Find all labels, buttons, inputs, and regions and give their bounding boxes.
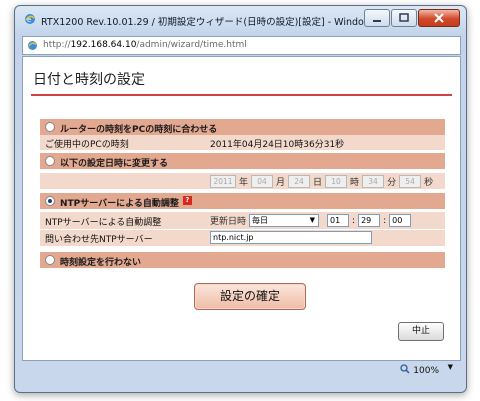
hour-unit: 時 — [350, 178, 360, 188]
month-input[interactable]: 04 — [251, 175, 274, 188]
option-manual[interactable]: 以下の設定日時に変更する — [40, 153, 445, 169]
second-input[interactable]: 54 — [399, 175, 422, 188]
pc-time-value: 2011年04月24日10時36分31秒 — [210, 140, 345, 150]
update-time-label: 更新日時 — [210, 217, 247, 227]
frequency-select[interactable]: 毎日 ▼ — [249, 214, 320, 227]
radio-none[interactable] — [45, 255, 55, 265]
title-bar[interactable]: e RTX1200 Rev.10.01.29 / 初期設定ウィザード(日時の設定… — [15, 6, 466, 33]
window-title: RTX1200 Rev.10.01.29 / 初期設定ウィザード(日時の設定)[… — [41, 17, 371, 28]
time-sep-2: : — [383, 215, 387, 226]
year-input[interactable]: 2011 — [210, 175, 236, 188]
minimize-icon — [373, 20, 381, 22]
confirm-button[interactable]: 設定の確定 — [194, 283, 306, 310]
day-input[interactable]: 24 — [288, 175, 311, 188]
time-sep-1: : — [352, 215, 356, 226]
option-sync-pc[interactable]: ルーターの時刻をPCの時刻に合わせる — [40, 119, 445, 135]
minute-unit: 分 — [387, 178, 397, 188]
url-path: /admin/wizard/time.html — [136, 40, 247, 50]
help-icon[interactable]: ? — [182, 196, 192, 205]
caption-buttons — [363, 9, 460, 27]
option-none-label: 時刻設定を行わない — [60, 258, 142, 268]
url-text[interactable]: http://192.168.64.10/admin/wizard/time.h… — [43, 40, 247, 50]
radio-manual[interactable] — [45, 156, 55, 166]
pc-time-label: ご使用中のPCの時刻 — [45, 140, 129, 150]
option-sync-pc-label: ルーターの時刻をPCの時刻に合わせる — [60, 125, 218, 135]
ntp-hour-input[interactable]: 01 — [327, 214, 350, 227]
manual-datetime-row: 2011 年 04 月 24 日 10 時 34 分 54 秒 — [40, 173, 445, 189]
page-title: 日付と時刻の設定 — [33, 72, 145, 88]
radio-sync-pc[interactable] — [45, 122, 55, 132]
close-button[interactable] — [418, 9, 460, 27]
year-unit: 年 — [239, 178, 249, 188]
url-host: 192.168.64.10 — [70, 40, 137, 50]
ntp-server-label: 問い合わせ先NTPサーバー — [45, 235, 153, 245]
address-bar[interactable]: http://192.168.64.10/admin/wizard/time.h… — [22, 36, 461, 55]
option-ntp-label: NTPサーバーによる自動調整? — [60, 196, 192, 209]
dropdown-arrow-icon: ▼ — [309, 216, 316, 224]
ntp-minute-input[interactable]: 29 — [358, 214, 381, 227]
hour-input[interactable]: 10 — [325, 175, 348, 188]
option-ntp-text: NTPサーバーによる自動調整 — [60, 199, 179, 209]
close-icon — [434, 13, 444, 23]
zoom-level: 100% — [413, 366, 439, 376]
minimize-button[interactable] — [364, 9, 390, 27]
ntp-schedule-fields: 更新日時 毎日 ▼ 01:29:00 — [210, 214, 412, 227]
ntp-server-input[interactable]: ntp.nict.jp — [210, 231, 372, 244]
ntp-second-input[interactable]: 00 — [389, 214, 412, 227]
radio-ntp[interactable] — [45, 196, 55, 206]
ntp-schedule-row: NTPサーバーによる自動調整 更新日時 毎日 ▼ 01:29:00 — [40, 212, 445, 229]
zoom-icon — [400, 364, 410, 374]
option-manual-label: 以下の設定日時に変更する — [60, 159, 169, 169]
ie-icon: e — [25, 14, 35, 24]
day-unit: 日 — [313, 178, 323, 188]
frequency-value: 毎日 — [252, 216, 269, 225]
zoom-control[interactable]: 100% — [400, 364, 439, 376]
month-unit: 月 — [276, 178, 286, 188]
ntp-server-row: 問い合わせ先NTPサーバー ntp.nict.jp — [40, 230, 445, 246]
minute-input[interactable]: 34 — [362, 175, 385, 188]
cancel-button[interactable]: 中止 — [398, 322, 444, 341]
maximize-button[interactable] — [391, 9, 417, 27]
ntp-auto-label: NTPサーバーによる自動調整 — [45, 218, 162, 228]
option-ntp[interactable]: NTPサーバーによる自動調整? — [40, 193, 445, 209]
zoom-dropdown-icon[interactable]: ▼ — [448, 363, 453, 371]
pc-time-row: ご使用中のPCの時刻 2011年04月24日10時36分31秒 — [40, 135, 445, 150]
url-prefix: http:// — [43, 40, 71, 50]
second-unit: 秒 — [424, 178, 434, 188]
maximize-icon — [399, 13, 409, 22]
page-icon — [28, 41, 37, 50]
title-divider — [31, 94, 452, 96]
browser-window: e RTX1200 Rev.10.01.29 / 初期設定ウィザード(日時の設定… — [14, 5, 467, 393]
status-bar: 100% ▼ — [22, 361, 459, 377]
svg-text:e: e — [27, 16, 31, 24]
page-content: 日付と時刻の設定 ルーターの時刻をPCの時刻に合わせる ご使用中のPCの時刻 2… — [22, 56, 461, 361]
option-none[interactable]: 時刻設定を行わない — [40, 252, 445, 268]
manual-datetime-fields: 2011 年 04 月 24 日 10 時 34 分 54 秒 — [210, 175, 436, 188]
